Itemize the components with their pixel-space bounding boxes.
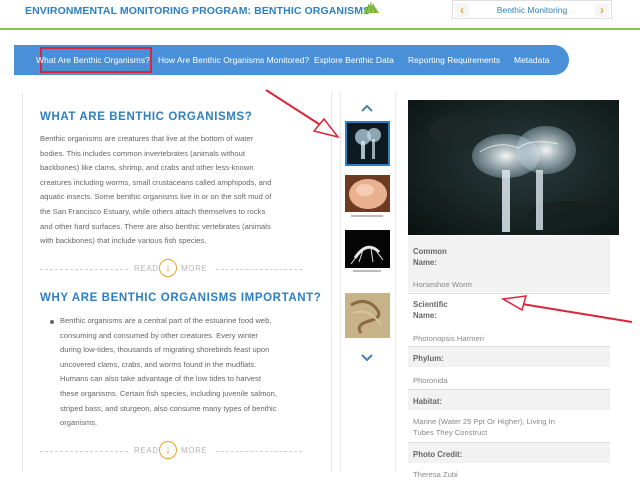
organism-photo [408,100,619,235]
body-line: with backbones) that include various fis… [40,236,207,246]
label-line: Name: [413,258,437,267]
read-more-button[interactable]: READ ↓ MORE [40,259,302,279]
divider [216,269,302,270]
common-name-value: Horseshoe Worm [413,280,472,289]
main-nav: What Are Benthic Organisms? How Are Bent… [14,45,569,75]
chevron-up-icon[interactable] [358,102,376,114]
body-line: backbones) like clams, shrimp, and crabs… [40,163,254,173]
read-more-left-text[interactable]: READ [134,264,159,273]
shell-logo-icon [363,2,379,14]
body-line: bodies. This includes common invertebrat… [40,148,245,158]
site-title[interactable]: ENVIRONMENTAL MONITORING PROGRAM: BENTHI… [25,5,370,17]
value-line: Tubes They Construct [413,428,488,437]
body-line: striped bass, and sturgeon, also consume… [60,403,277,413]
photo-credit-value: Theresa Zubi [413,470,458,479]
divider [216,451,302,452]
chevron-down-icon[interactable] [358,351,376,363]
tab-what-are-benthic-organisms[interactable]: What Are Benthic Organisms? [36,55,150,65]
label-line: Common [413,247,447,256]
tab-metadata[interactable]: Metadata [514,55,549,65]
body-line: Benthic organisms are a central part of … [60,316,272,325]
photo-credit-label: Photo Credit: [413,450,463,459]
divider [40,451,128,452]
tab-how-monitored[interactable]: How Are Benthic Organisms Monitored? [158,55,309,65]
section-selector[interactable]: ‹ Benthic Monitoring › [452,0,612,19]
habitat-label: Habitat: [413,397,443,406]
body-line: aquatic insects. Some benthic organisms … [40,192,272,202]
body-line: Humans can also take advantage of the lo… [60,374,261,384]
habitat-value: Marine (Water 25 Ppt Or Higher), Living … [413,416,583,438]
tab-reporting-requirements[interactable]: Reporting Requirements [408,55,500,65]
phylum-label: Phylum: [413,354,444,363]
common-name-label: Common Name: [413,246,447,268]
read-more-button[interactable]: READ ↓ MORE [40,441,302,461]
thumbnail-clam[interactable] [345,175,390,220]
body-line: creatures including worms, small crustac… [40,177,272,187]
divider [40,269,128,270]
bullet-item: Benthic organisms are a central part of … [48,314,304,431]
annotation-arrow-details [500,295,633,323]
read-more-left-text[interactable]: READ [134,446,159,455]
read-more-right-text[interactable]: MORE [181,264,207,273]
body-line: during low-tides, thousands of migrating… [60,345,270,355]
thumbnail-horseshoe-worm[interactable] [345,121,390,166]
chevron-left-icon[interactable]: ‹ [455,3,469,17]
tab-explore-data[interactable]: Explore Benthic Data [314,55,394,65]
scientific-name-label: Scientific Name: [413,299,448,321]
body-line: Benthic organisms are creatures that liv… [40,134,254,143]
value-line: Marine (Water 25 Ppt Or Higher), Living … [413,417,555,426]
divider [408,293,610,294]
phylum-value: Phoronida [413,376,448,385]
thumbnail-worm[interactable] [345,293,390,338]
top-header: ENVIRONMENTAL MONITORING PROGRAM: BENTHI… [0,0,640,30]
body-line: organisms. [60,418,98,428]
arrow-down-icon[interactable]: ↓ [159,259,177,277]
section-heading-what: WHAT ARE BENTHIC ORGANISMS? [40,111,253,123]
section-body-why: Benthic organisms are a central part of … [48,314,304,431]
body-line: and other hard surfaces. There are also … [40,221,271,231]
label-line: Scientific [413,300,448,309]
body-line: these organisms. Certain fish species, i… [60,388,277,398]
arrow-down-icon[interactable]: ↓ [159,441,177,459]
body-line: the San Francisco Estuary, while others … [40,206,266,216]
section-heading-why: WHY ARE BENTHIC ORGANISMS IMPORTANT? [40,292,322,304]
chevron-right-icon[interactable]: › [595,3,609,17]
selector-label[interactable]: Benthic Monitoring [471,5,593,15]
label-line: Name: [413,311,437,320]
thumbnail-amphipod[interactable] [345,230,390,275]
body-line: uncovered clams, crabs, and worms found … [60,359,257,369]
section-body-what: Benthic organisms are creatures that liv… [40,132,308,249]
body-line: consuming and consumed by other creature… [60,330,258,340]
scientific-name-value: Photonopsis Harmeri [413,334,484,343]
read-more-right-text[interactable]: MORE [181,446,207,455]
